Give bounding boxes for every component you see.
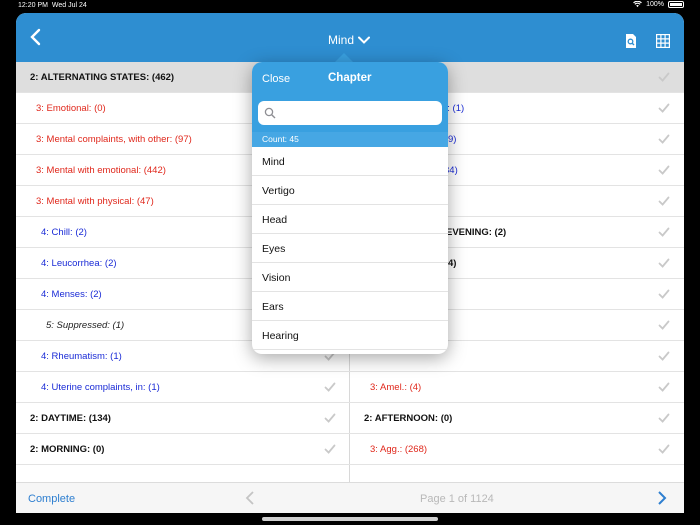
- rubric-label: 2: AFTERNOON: (0): [364, 413, 453, 424]
- rubric-label: 4: Uterine complaints, in: (1): [41, 382, 160, 393]
- checkmark-icon[interactable]: [658, 257, 670, 269]
- chapter-item-label: Vision: [262, 272, 291, 284]
- page-indicator: Page 1 of 1124: [420, 493, 494, 505]
- chapter-item-label: Head: [262, 214, 288, 226]
- chapter-item[interactable]: Vertigo: [252, 176, 448, 205]
- checkmark-icon[interactable]: [658, 412, 670, 424]
- checkmark-icon[interactable]: [658, 288, 670, 300]
- rubric-label: 3: Amel.: (4): [370, 382, 422, 393]
- rubric-row[interactable]: 2: DAYTIME: (134): [16, 403, 350, 434]
- close-button[interactable]: Close: [262, 73, 290, 85]
- chapter-item-label: Eyes: [262, 243, 286, 255]
- rubric-label: 3: Agg.: (268): [370, 444, 428, 455]
- rubric-row[interactable]: 3: Agg.: (268): [350, 434, 684, 465]
- rubric-row[interactable]: 3: Amel.: (4): [350, 372, 684, 403]
- wifi-icon: [633, 1, 642, 8]
- rubric-label: 3: Mental with emotional: (442): [36, 165, 166, 176]
- nav-title: Mind: [328, 33, 355, 47]
- checkmark-icon[interactable]: [324, 412, 336, 424]
- grid-icon[interactable]: [656, 34, 670, 48]
- chapter-count: Count: 45: [252, 132, 448, 147]
- rubric-label: 5: Suppressed: (1): [46, 320, 125, 331]
- rubric-label: 2: DAYTIME: (134): [30, 413, 111, 424]
- rubric-row[interactable]: 2: MORNING: (0): [16, 434, 350, 465]
- complete-button[interactable]: Complete: [28, 493, 75, 505]
- checkmark-icon[interactable]: [658, 226, 670, 238]
- checkmark-icon[interactable]: [658, 102, 670, 114]
- next-page-icon[interactable]: [656, 491, 668, 505]
- battery-icon: [668, 1, 684, 8]
- rubric-label: 2: MORNING: (0): [30, 444, 105, 455]
- popover-title: Chapter: [328, 72, 372, 84]
- checkmark-icon[interactable]: [324, 443, 336, 455]
- chapter-item[interactable]: Eyes: [252, 234, 448, 263]
- rubric-label: 3: Mental with physical: (47): [36, 196, 154, 207]
- rubric-label: 4: Chill: (2): [41, 227, 87, 238]
- rubric-label: 9): [448, 134, 457, 145]
- back-chevron-icon[interactable]: [26, 27, 46, 47]
- status-time: 12:20 PM Wed Jul 24: [18, 2, 87, 9]
- search-document-icon[interactable]: [624, 34, 638, 48]
- chapter-item-label: Hearing: [262, 330, 299, 342]
- chapter-item[interactable]: Ears: [252, 292, 448, 321]
- search-input[interactable]: [280, 103, 436, 123]
- chapter-item[interactable]: Head: [252, 205, 448, 234]
- bottom-toolbar: Complete Page 1 of 1124: [16, 482, 684, 513]
- chapter-item[interactable]: Mind: [252, 147, 448, 176]
- battery-percent: 100%: [646, 1, 664, 8]
- chapter-list: Mind Vertigo Head Eyes Vision Ears Hearing: [252, 147, 448, 354]
- chapter-item-label: Mind: [262, 156, 285, 168]
- rubric-label: 4: Menses: (2): [41, 289, 102, 300]
- chapter-popover: Close Chapter Count: 45 Mind Vertigo Head E…: [252, 62, 448, 354]
- chapter-item-label: Vertigo: [262, 185, 295, 197]
- rubric-label: 2: ALTERNATING STATES: (462): [30, 72, 175, 83]
- chapter-selector[interactable]: Mind: [328, 33, 371, 47]
- status-right: 100%: [633, 1, 684, 8]
- search-bar: [252, 96, 448, 132]
- status-bar: 12:20 PM Wed Jul 24 100%: [0, 0, 700, 12]
- rubric-row[interactable]: 4: Uterine complaints, in: (1): [16, 372, 350, 403]
- checkmark-icon[interactable]: [658, 319, 670, 331]
- chevron-down-icon: [358, 36, 371, 44]
- rubric-label: 3: Emotional: (0): [36, 103, 106, 114]
- checkmark-icon[interactable]: [658, 164, 670, 176]
- checkmark-icon[interactable]: [658, 350, 670, 362]
- rubric-label: 4): [448, 258, 457, 269]
- search-icon: [264, 107, 276, 119]
- search-field[interactable]: [258, 101, 442, 125]
- rubric-label: 4: Rheumatism: (1): [41, 351, 122, 362]
- rubric-label: 4: Leucorrhea: (2): [41, 258, 117, 269]
- home-indicator[interactable]: [262, 517, 438, 521]
- rubric-row[interactable]: 2: AFTERNOON: (0): [350, 403, 684, 434]
- rubric-label: 3: Mental complaints, with other: (97): [36, 134, 192, 145]
- checkmark-icon[interactable]: [658, 443, 670, 455]
- checkmark-icon[interactable]: [658, 195, 670, 207]
- checkmark-icon[interactable]: [658, 381, 670, 393]
- checkmark-icon[interactable]: [658, 71, 670, 83]
- popover-header: Close Chapter: [252, 62, 448, 96]
- chapter-item[interactable]: Hearing: [252, 321, 448, 350]
- chapter-item[interactable]: Vision: [252, 263, 448, 292]
- checkmark-icon[interactable]: [658, 133, 670, 145]
- checkmark-icon[interactable]: [324, 381, 336, 393]
- previous-page-icon[interactable]: [244, 491, 256, 505]
- rubric-label: EVENING: (2): [446, 227, 507, 238]
- chapter-item-label: Ears: [262, 301, 284, 313]
